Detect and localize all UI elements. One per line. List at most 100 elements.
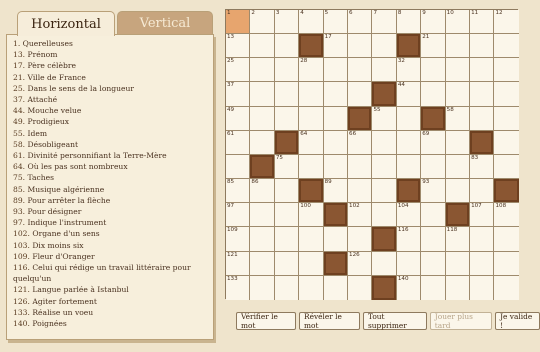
grid-cell[interactable]	[348, 58, 373, 83]
grid-cell[interactable]	[250, 58, 275, 83]
grid-cell[interactable]: 55	[372, 106, 397, 131]
clue-item[interactable]: 116. Celui qui rédige un travail littéra…	[13, 262, 209, 284]
grid-cell[interactable]	[348, 275, 373, 300]
grid-cell[interactable]	[299, 251, 324, 276]
grid-cell[interactable]	[470, 227, 495, 252]
grid-cell[interactable]	[396, 106, 422, 131]
clue-item[interactable]: 61. Divinité personnifiant la Terre-Mère	[13, 150, 209, 161]
grid-cell[interactable]	[372, 130, 397, 155]
grid-cell[interactable]: 64	[299, 130, 324, 155]
grid-cell[interactable]: 2	[250, 10, 275, 35]
grid-cell[interactable]: 86	[250, 179, 275, 204]
grid-cell[interactable]	[372, 34, 397, 59]
grid-cell[interactable]	[445, 251, 471, 276]
grid-cell[interactable]	[323, 130, 349, 155]
grid-cell[interactable]: 6	[348, 10, 373, 35]
clue-item[interactable]: 140. Poignées	[13, 318, 209, 329]
grid-cell[interactable]	[274, 179, 300, 204]
grid-cell[interactable]	[250, 106, 275, 131]
grid-cell[interactable]	[470, 34, 495, 59]
clue-item[interactable]: 75. Taches	[13, 172, 209, 183]
grid-cell[interactable]: 9	[421, 10, 446, 35]
check-word-button[interactable]: Vérifier le mot	[236, 312, 297, 330]
grid-cell[interactable]	[250, 82, 275, 107]
grid-cell[interactable]: 89	[323, 179, 349, 204]
grid-cell[interactable]	[445, 34, 471, 59]
grid-cell[interactable]: 17	[323, 34, 349, 59]
grid-cell[interactable]	[250, 130, 275, 155]
grid-cell[interactable]: 102	[348, 203, 373, 228]
grid-cell[interactable]	[494, 58, 519, 83]
grid-cell[interactable]: 133	[226, 275, 251, 300]
grid-cell[interactable]	[299, 154, 324, 180]
grid-cell[interactable]: 66	[348, 130, 373, 155]
clue-item[interactable]: 103. Dix moins six	[13, 240, 209, 251]
grid-cell[interactable]	[470, 251, 495, 276]
grid-cell[interactable]: 100	[299, 203, 324, 228]
grid-cell[interactable]	[372, 58, 397, 83]
grid-cell[interactable]	[323, 58, 349, 83]
grid-cell[interactable]: 93	[421, 179, 446, 204]
grid-cell[interactable]	[274, 106, 300, 131]
grid-cell[interactable]: 61	[226, 130, 251, 155]
grid-cell[interactable]: 4	[299, 10, 324, 35]
grid-cell[interactable]	[299, 82, 324, 107]
grid-cell[interactable]	[470, 82, 495, 107]
clue-item[interactable]: 64. Où les pas sont nombreux	[13, 161, 209, 172]
grid-cell[interactable]	[372, 154, 397, 180]
grid-cell[interactable]	[445, 58, 471, 83]
grid-cell[interactable]: 83	[470, 154, 495, 180]
grid-cell[interactable]	[323, 227, 349, 252]
grid-cell[interactable]	[323, 275, 349, 300]
clue-item[interactable]: 97. Indique l'instrument	[13, 217, 209, 228]
grid-cell[interactable]	[494, 251, 519, 276]
clue-item[interactable]: 93. Pour désigner	[13, 206, 209, 217]
grid-cell[interactable]	[250, 251, 275, 276]
reveal-word-button[interactable]: Révéler le mot	[299, 312, 360, 330]
grid-cell[interactable]: 11	[470, 10, 495, 35]
grid-cell[interactable]	[494, 82, 519, 107]
grid-cell[interactable]	[396, 130, 422, 155]
grid-cell[interactable]: 37	[226, 82, 251, 107]
grid-cell[interactable]	[445, 179, 471, 204]
grid-cell[interactable]	[396, 251, 422, 276]
grid-cell[interactable]	[421, 203, 446, 228]
grid-cell[interactable]	[250, 227, 275, 252]
grid-cell[interactable]: 109	[226, 227, 251, 252]
grid-cell[interactable]	[494, 227, 519, 252]
grid-cell[interactable]	[299, 227, 324, 252]
grid-cell[interactable]	[421, 227, 446, 252]
grid-cell[interactable]	[494, 106, 519, 131]
selected-cell[interactable]: 1	[226, 10, 251, 35]
grid-cell[interactable]	[421, 82, 446, 107]
grid-cell[interactable]	[274, 82, 300, 107]
grid-cell[interactable]: 7	[372, 10, 397, 35]
grid-cell[interactable]: 21	[421, 34, 446, 59]
clue-item[interactable]: 126. Agiter fortement	[13, 296, 209, 307]
grid-cell[interactable]: 69	[421, 130, 446, 155]
grid-cell[interactable]: 75	[274, 154, 300, 180]
grid-cell[interactable]: 10	[445, 10, 471, 35]
grid-cell[interactable]: 28	[299, 58, 324, 83]
grid-cell[interactable]	[274, 251, 300, 276]
grid-cell[interactable]: 118	[445, 227, 471, 252]
grid-cell[interactable]	[396, 154, 422, 180]
clue-item[interactable]: 58. Désobligeant	[13, 139, 209, 150]
grid-cell[interactable]	[348, 227, 373, 252]
grid-cell[interactable]	[494, 34, 519, 59]
grid-cell[interactable]: 8	[396, 10, 422, 35]
grid-cell[interactable]: 12	[494, 10, 519, 35]
grid-cell[interactable]: 49	[226, 106, 251, 131]
grid-cell[interactable]	[323, 106, 349, 131]
grid-cell[interactable]	[470, 275, 495, 300]
grid-cell[interactable]	[323, 154, 349, 180]
grid-cell[interactable]	[421, 154, 446, 180]
grid-cell[interactable]	[494, 275, 519, 300]
grid-cell[interactable]	[274, 275, 300, 300]
grid-cell[interactable]	[274, 34, 300, 59]
grid-cell[interactable]	[445, 130, 471, 155]
grid-cell[interactable]	[250, 34, 275, 59]
grid-cell[interactable]: 108	[494, 203, 519, 228]
grid-cell[interactable]	[348, 154, 373, 180]
grid-cell[interactable]	[348, 82, 373, 107]
